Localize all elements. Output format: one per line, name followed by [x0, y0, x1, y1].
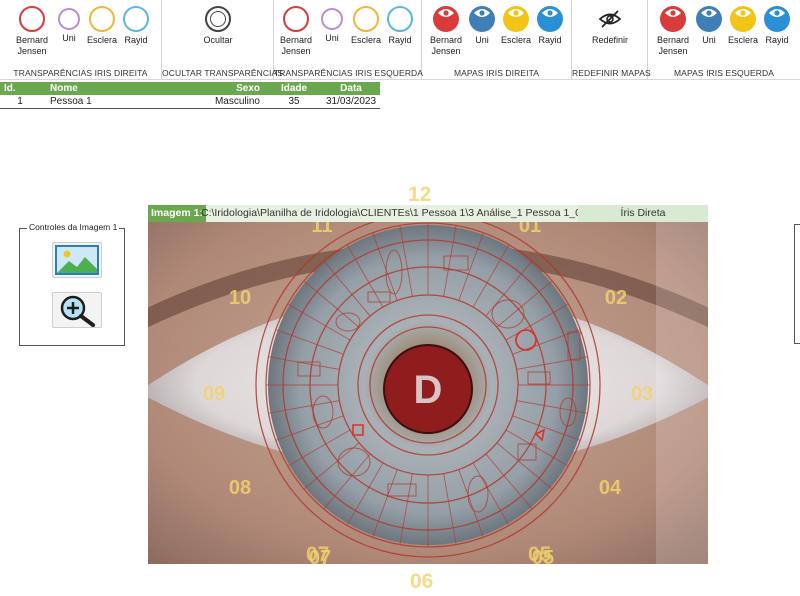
- group-transparencias-esquerda: Bernard Jensen Uni Esclera Rayid TRANSPA…: [274, 0, 424, 80]
- cell-sexo: Masculino: [214, 96, 260, 107]
- group-label: MAPAS IRIS DIREITA: [453, 68, 540, 78]
- col-idade: Idade: [280, 83, 308, 94]
- group-redefinir: Redefinir REDEFINIR MAPAS: [572, 0, 651, 80]
- iris-map-overlay: D 12 01 02 03 04 05 06 07 08 09 10 11: [148, 222, 708, 564]
- btn-label: Bernard Jensen: [15, 35, 49, 56]
- iris-image-view[interactable]: D 12 01 02 03 04 05 06 07 08 09 10 11: [148, 222, 708, 564]
- btn-td-bernard[interactable]: Bernard Jensen: [12, 6, 52, 57]
- eye-lightblue-icon: [764, 6, 790, 32]
- image-header-bar: Imagem 1: C:\Iridologia\Planilha de Irid…: [148, 205, 708, 222]
- cell-nome: Pessoa 1: [50, 96, 92, 107]
- clock-06-outside: 06: [410, 570, 434, 593]
- clock-05-outside: 05: [528, 543, 552, 566]
- eye-blue-icon: [696, 6, 722, 32]
- group-label: REDEFINIR MAPAS: [572, 68, 651, 78]
- group-ocultar: Ocultar OCULTAR TRANSPARÊNCIAS: [162, 0, 284, 80]
- btn-te-bernard[interactable]: Bernard Jensen: [276, 6, 316, 57]
- ring-purple-icon: [321, 8, 343, 30]
- eye-lightblue-icon: [537, 6, 563, 32]
- col-nome: Nome: [50, 83, 78, 94]
- iris-side-label: Íris Direta: [578, 205, 708, 222]
- clock-09: 09: [203, 383, 225, 405]
- table-header: Id. Nome Sexo Idade Data: [0, 82, 380, 95]
- ring-orange-icon: [353, 6, 379, 32]
- eye-off-icon: [597, 6, 623, 32]
- btn-label: Ocultar: [203, 35, 233, 45]
- group-label: OCULTAR TRANSPARÊNCIAS: [162, 68, 284, 78]
- controls-title: Controles da Imagem 1: [27, 222, 120, 232]
- ring-red-icon: [283, 6, 309, 32]
- btn-label: Bernard Jensen: [279, 35, 313, 56]
- clock-01: 01: [519, 222, 541, 237]
- clock-03: 03: [631, 383, 653, 405]
- clock-04: 04: [599, 477, 622, 499]
- pupil-letter: D: [414, 368, 443, 412]
- group-label: MAPAS IRIS ESQUERDA: [674, 68, 774, 78]
- clock-02: 02: [605, 287, 627, 309]
- clock-07-outside: 07: [306, 543, 330, 566]
- ring-blue-icon: [123, 6, 149, 32]
- group-mapas-direita: Bernard Jensen Uni Esclera Rayid MAPAS I…: [422, 0, 572, 80]
- eye-red-icon: [660, 6, 686, 32]
- clock-11: 11: [311, 222, 332, 237]
- group-transparencias-direita: Bernard Jensen Uni Esclera Rayid TRANSPA…: [0, 0, 162, 80]
- zoom-in-icon: [60, 295, 95, 327]
- image-icon: [55, 245, 99, 275]
- table-row[interactable]: 1 Pessoa 1 Masculino 35 31/03/2023: [0, 95, 380, 109]
- btn-md-bernard[interactable]: Bernard Jensen: [426, 6, 466, 57]
- ring-orange-icon: [89, 6, 115, 32]
- btn-label: Rayid: [124, 35, 148, 45]
- btn-te-rayid[interactable]: Rayid: [380, 6, 420, 46]
- col-data: Data: [340, 83, 362, 94]
- zoom-image-button[interactable]: [52, 292, 102, 328]
- btn-label: Rayid: [765, 35, 789, 45]
- load-image-button[interactable]: [52, 242, 102, 278]
- ribbon: Bernard Jensen Uni Esclera Rayid TRANSPA…: [0, 0, 800, 80]
- btn-me-bernard[interactable]: Bernard Jensen: [653, 6, 693, 57]
- clock-10: 10: [229, 287, 251, 309]
- image-path: C:\Iridologia\Planilha de Iridologia\CLI…: [201, 207, 579, 219]
- right-panel-edge: [794, 224, 800, 344]
- btn-label: Redefinir: [591, 35, 629, 45]
- image-controls-panel: Controles da Imagem 1: [19, 222, 125, 346]
- cell-id: 1: [17, 96, 23, 107]
- col-sexo: Sexo: [236, 83, 260, 94]
- btn-me-rayid[interactable]: Rayid: [757, 6, 797, 46]
- btn-label: Bernard Jensen: [429, 35, 463, 56]
- ring-blue-icon: [387, 6, 413, 32]
- clock-08: 08: [229, 477, 251, 499]
- group-label: TRANSPARÊNCIAS IRIS DIREITA: [13, 68, 148, 78]
- double-ring-icon: [205, 6, 231, 32]
- cell-data: 31/03/2023: [325, 96, 377, 107]
- cell-idade: 35: [288, 96, 300, 107]
- btn-redefinir[interactable]: Redefinir: [586, 6, 634, 46]
- patient-table: Id. Nome Sexo Idade Data 1 Pessoa 1 Masc…: [0, 82, 380, 109]
- btn-label: Rayid: [538, 35, 562, 45]
- ring-red-icon: [19, 6, 45, 32]
- btn-label: Rayid: [388, 35, 412, 45]
- group-mapas-esquerda: Bernard Jensen Uni Esclera Rayid MAPAS I…: [648, 0, 800, 80]
- clock-12-outside: 12: [408, 183, 432, 206]
- eye-yellow-icon: [730, 6, 756, 32]
- btn-label: Bernard Jensen: [656, 35, 690, 56]
- btn-td-rayid[interactable]: Rayid: [116, 6, 156, 46]
- eye-yellow-icon: [503, 6, 529, 32]
- group-label: TRANSPARÊNCIAS IRIS ESQUERDA: [274, 68, 424, 78]
- btn-md-rayid[interactable]: Rayid: [530, 6, 570, 46]
- eye-red-icon: [433, 6, 459, 32]
- btn-ocultar[interactable]: Ocultar: [195, 6, 241, 46]
- col-id: Id.: [4, 83, 16, 94]
- image-label: Imagem 1:: [148, 205, 206, 222]
- ring-purple-icon: [58, 8, 80, 30]
- eye-blue-icon: [469, 6, 495, 32]
